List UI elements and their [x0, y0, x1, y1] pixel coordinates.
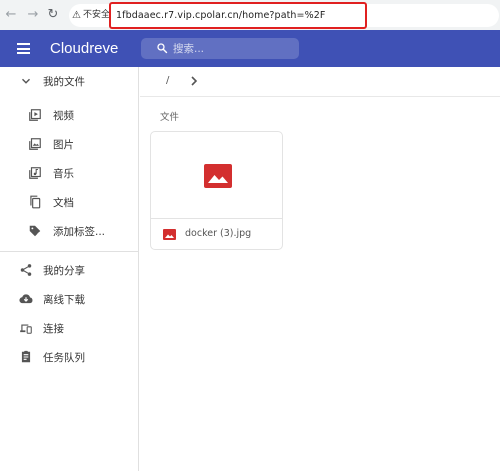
- sidebar-divider: [0, 251, 138, 252]
- sidebar: 我的文件 视频 图片 音乐 文档 添加标签... 我的分享 离线下载 连接 任务…: [0, 67, 139, 471]
- video-icon: [29, 109, 41, 121]
- sidebar-item-my-shares[interactable]: 我的分享: [0, 256, 138, 284]
- devices-icon: [20, 324, 32, 334]
- sidebar-item-label: 添加标签...: [53, 225, 106, 238]
- back-arrow-icon[interactable]: ←: [3, 7, 19, 23]
- search-box[interactable]: [141, 38, 299, 59]
- file-name: docker (3).jpg: [185, 228, 252, 239]
- sidebar-item-add-tag[interactable]: 添加标签...: [0, 217, 138, 245]
- image-file-icon: [163, 229, 176, 240]
- sidebar-item-label: 我的分享: [43, 264, 85, 277]
- image-icon: [29, 138, 41, 150]
- file-thumbnail[interactable]: [151, 132, 282, 219]
- sidebar-item-label: 图片: [53, 138, 74, 151]
- section-title: 文件: [160, 112, 180, 123]
- chevron-down-icon[interactable]: [19, 74, 33, 88]
- sidebar-item-music[interactable]: 音乐: [0, 159, 138, 187]
- app-header: Cloudreve: [0, 30, 500, 67]
- share-icon: [20, 264, 32, 276]
- file-card[interactable]: docker (3).jpg: [150, 131, 283, 250]
- menu-icon[interactable]: [17, 43, 30, 54]
- sidebar-item-task-queue[interactable]: 任务队列: [0, 343, 138, 371]
- browser-toolbar: ← → ↻ ⚠ 不安全 1fbdaaec.r7.vip.cpolar.cn/ho…: [0, 0, 500, 30]
- music-icon: [29, 167, 41, 179]
- forward-arrow-icon[interactable]: →: [25, 7, 41, 23]
- sidebar-item-label: 连接: [43, 322, 64, 335]
- security-label: 不安全: [82, 10, 110, 20]
- sidebar-item-label: 离线下载: [43, 293, 85, 306]
- sidebar-item-label: 文档: [53, 196, 74, 209]
- warning-icon: ⚠: [72, 10, 81, 21]
- security-indicator[interactable]: ⚠ 不安全: [72, 8, 110, 23]
- sidebar-item-label: 音乐: [53, 167, 74, 180]
- address-bar[interactable]: ⚠ 不安全 1fbdaaec.r7.vip.cpolar.cn/home?pat…: [69, 2, 499, 29]
- sidebar-item-label: 我的文件: [43, 75, 85, 88]
- sidebar-item-video[interactable]: 视频: [0, 101, 138, 129]
- url-text[interactable]: 1fbdaaec.r7.vip.cpolar.cn/home?path=%2F: [116, 9, 325, 22]
- sidebar-item-label: 视频: [53, 109, 74, 122]
- task-queue-icon: [21, 350, 31, 363]
- search-input[interactable]: [173, 40, 291, 57]
- sidebar-item-images[interactable]: 图片: [0, 130, 138, 158]
- chevron-right-icon[interactable]: [189, 74, 199, 88]
- sidebar-item-my-files[interactable]: 我的文件: [0, 67, 138, 95]
- sidebar-item-connections[interactable]: 连接: [0, 314, 138, 342]
- file-name-row[interactable]: docker (3).jpg: [151, 220, 282, 249]
- sidebar-item-offline-download[interactable]: 离线下载: [0, 285, 138, 313]
- search-icon: [157, 43, 168, 54]
- breadcrumb-root[interactable]: /: [166, 75, 169, 86]
- app-title[interactable]: Cloudreve: [50, 39, 118, 58]
- breadcrumb: /: [140, 67, 500, 97]
- document-icon: [30, 195, 41, 209]
- image-file-icon: [204, 164, 232, 188]
- sidebar-item-label: 任务队列: [43, 351, 85, 364]
- reload-icon[interactable]: ↻: [45, 7, 61, 23]
- cloud-download-icon: [19, 294, 33, 304]
- add-tag-icon: [29, 225, 41, 237]
- sidebar-item-documents[interactable]: 文档: [0, 188, 138, 216]
